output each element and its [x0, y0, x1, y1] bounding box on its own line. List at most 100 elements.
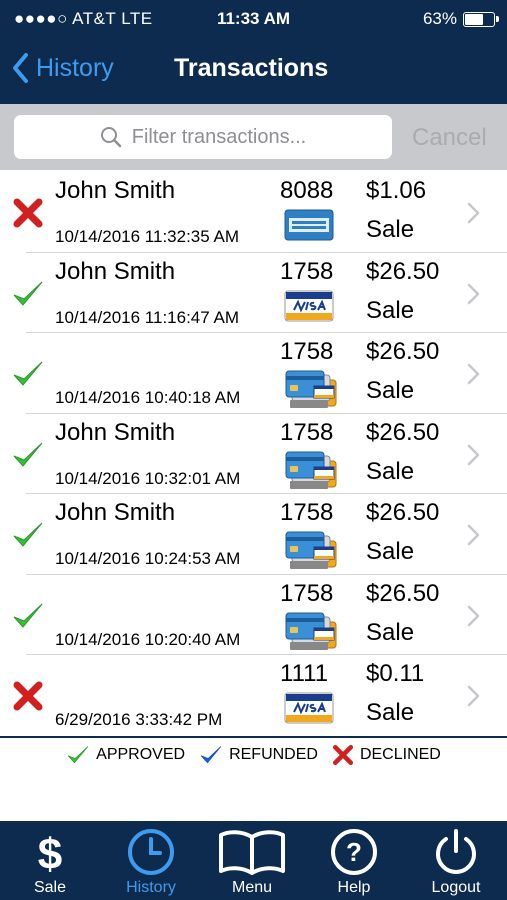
help-icon: ? — [304, 827, 404, 877]
checkmark-icon — [13, 442, 43, 467]
x-mark-icon — [13, 198, 43, 228]
multiple-cards-icon — [285, 451, 337, 489]
transaction-amount: $26.50 — [366, 579, 440, 607]
battery-icon — [463, 11, 499, 27]
tab-menu[interactable]: Menu — [202, 821, 302, 900]
transactions-list: John Smith 10/14/2016 11:32:35 AM 8088 $1.0… — [0, 172, 507, 736]
transaction-row[interactable]: John Smith 10/14/2016 10:24:53 AM 1758 $26.… — [0, 494, 507, 575]
transaction-datetime: 10/14/2016 10:32:01 AM — [55, 468, 241, 488]
card-last4: 1758 — [280, 338, 334, 365]
tab-label: Sale — [33, 879, 67, 896]
transaction-type: Sale — [366, 618, 415, 646]
transaction-row[interactable]: John Smith 10/14/2016 11:32:35 AM 8088 $1.0… — [0, 172, 507, 253]
customer-name: John Smith — [55, 499, 176, 526]
transaction-type: Sale — [366, 377, 415, 404]
chevron-right-icon — [467, 685, 480, 707]
transaction-type: Sale — [366, 538, 415, 565]
tab-label: Menu — [231, 879, 273, 896]
card-last4: 1111 — [280, 660, 329, 687]
chevron-right-icon — [467, 363, 480, 385]
navigation-bar: History Transactions — [0, 36, 507, 104]
tab-history[interactable]: History — [101, 821, 201, 900]
x-mark-icon — [13, 681, 43, 711]
chevron-left-icon — [13, 53, 28, 83]
back-button-label: History — [36, 53, 114, 82]
tab-label: Logout — [431, 879, 481, 896]
transaction-amount: $0.11 — [366, 660, 425, 687]
chevron-right-icon — [467, 444, 480, 465]
chevron-right-icon — [467, 524, 480, 546]
chevron-right-icon — [467, 605, 480, 626]
card-last4: 1758 — [280, 579, 334, 607]
card-last4: 1758 — [280, 499, 334, 526]
transaction-type: Sale — [366, 457, 415, 485]
search-placeholder: Filter transactions... — [131, 125, 307, 148]
tab-help[interactable]: ? Help — [304, 821, 404, 900]
battery-indicator: 63% — [422, 9, 499, 29]
status-bar: ●●●●○ AT&T LTE 11:33 AM 63% — [0, 0, 507, 36]
chevron-right-icon — [467, 283, 480, 304]
multiple-cards-icon — [285, 531, 337, 569]
transaction-amount: $26.50 — [366, 257, 440, 285]
card-last4: 1758 — [280, 418, 334, 446]
legend-declined: DECLINED — [332, 744, 441, 766]
tab-bar: $ Sale History Menu? Help Logout — [0, 821, 507, 900]
transaction-datetime: 10/14/2016 10:20:40 AM — [55, 629, 241, 649]
customer-name: John Smith — [55, 257, 176, 285]
page-title: Transactions — [174, 54, 329, 82]
transaction-amount: $26.50 — [366, 418, 440, 446]
transaction-row[interactable]: John Smith 10/14/2016 11:16:47 AM 1758 $26.… — [0, 253, 507, 334]
customer-name: John Smith — [55, 418, 176, 446]
transaction-type: Sale — [366, 296, 415, 324]
search-icon — [100, 127, 121, 148]
transaction-datetime: 10/14/2016 10:40:18 AM — [55, 388, 241, 407]
transaction-datetime: 10/14/2016 11:32:35 AM — [55, 227, 240, 246]
power-icon — [406, 827, 506, 877]
transaction-type: Sale — [366, 699, 415, 726]
visa-card-icon — [284, 290, 334, 321]
x-mark-icon — [332, 744, 353, 766]
cancel-button[interactable]: Cancel — [412, 124, 487, 152]
battery-percent: 63% — [422, 9, 457, 28]
transaction-type: Sale — [366, 216, 415, 243]
tab-label: History — [126, 879, 176, 896]
dollar-icon: $ — [0, 827, 100, 877]
tab-logout[interactable]: Logout — [406, 821, 506, 900]
back-button[interactable]: History — [12, 53, 114, 83]
status-legend: APPROVED REFUNDED DECLINED — [0, 741, 507, 769]
transaction-datetime: 6/29/2016 3:33:42 PM — [55, 710, 223, 729]
search-bar: Filter transactions... Cancel — [0, 104, 507, 170]
clock-icon — [101, 827, 201, 877]
multiple-cards-icon — [285, 370, 337, 408]
card-last4: 8088 — [280, 177, 334, 204]
search-input[interactable]: Filter transactions... — [14, 115, 392, 159]
transaction-amount: $1.06 — [366, 177, 427, 204]
legend-refunded: REFUNDED — [199, 743, 318, 767]
book-icon — [202, 827, 302, 877]
transaction-row[interactable]: 10/14/2016 10:20:40 AM 1758 $26.50 Sale — [0, 575, 507, 656]
visa-card-icon — [284, 692, 334, 724]
checkmark-icon — [13, 522, 43, 547]
transaction-amount: $26.50 — [366, 338, 440, 365]
tab-sale[interactable]: $ Sale — [0, 821, 100, 900]
svg-text:?: ? — [346, 837, 362, 867]
amex-card-icon — [284, 209, 334, 241]
svg-text:$: $ — [38, 830, 62, 877]
checkmark-icon — [13, 361, 43, 386]
transaction-datetime: 10/14/2016 10:24:53 AM — [55, 549, 241, 568]
card-last4: 1758 — [280, 257, 334, 285]
checkmark-icon — [13, 281, 43, 306]
checkmark-icon — [13, 603, 43, 628]
transaction-datetime: 10/14/2016 11:16:47 AM — [55, 307, 240, 327]
list-divider — [0, 736, 507, 738]
refund-checkmark-icon — [200, 746, 222, 764]
multiple-cards-icon — [285, 612, 337, 650]
transaction-row[interactable]: John Smith 10/14/2016 10:32:01 AM 1758 $26.… — [0, 414, 507, 495]
transaction-amount: $26.50 — [366, 499, 440, 526]
transaction-row[interactable]: 10/14/2016 10:40:18 AM 1758 $26.50 Sale — [0, 333, 507, 414]
tab-label: Help — [337, 879, 371, 896]
transaction-row[interactable]: 6/29/2016 3:33:42 PM 1111 $0.11 Sale — [0, 655, 507, 736]
customer-name: John Smith — [55, 177, 176, 204]
legend-approved: APPROVED — [66, 743, 185, 767]
checkmark-icon — [67, 746, 89, 764]
